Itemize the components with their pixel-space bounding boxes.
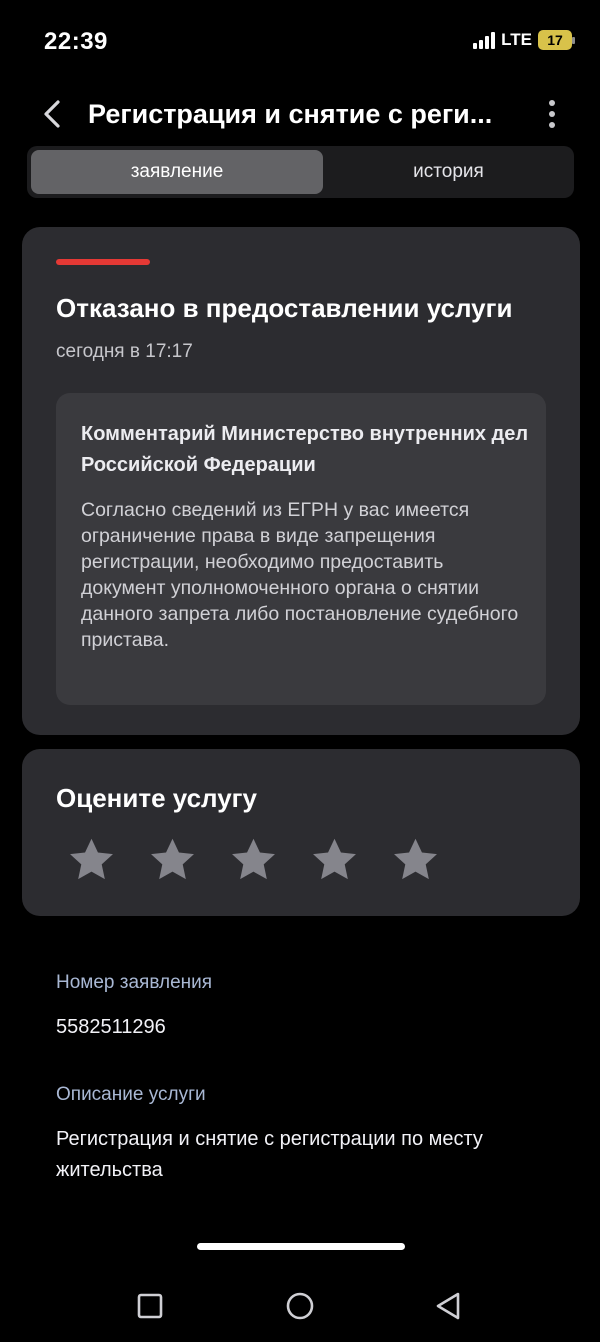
status-card: Отказано в предоставлении услуги сегодня… bbox=[22, 227, 580, 735]
tab-history[interactable]: история bbox=[327, 150, 570, 194]
circle-icon bbox=[286, 1292, 314, 1320]
star-icon[interactable] bbox=[228, 835, 279, 885]
app-header: Регистрация и снятие с реги... bbox=[0, 86, 600, 142]
tab-bar: заявление история bbox=[27, 146, 574, 198]
system-nav-bar bbox=[0, 1270, 600, 1342]
comment-title: Комментарий Министерство внутренних дел … bbox=[81, 423, 529, 476]
tab-application[interactable]: заявление bbox=[31, 150, 323, 194]
rating-stars bbox=[66, 835, 441, 885]
application-number-label: Номер заявления bbox=[56, 972, 213, 993]
battery-icon: 17 bbox=[538, 30, 575, 50]
status-indicators: LTE 17 bbox=[473, 30, 575, 50]
home-button[interactable] bbox=[278, 1284, 322, 1328]
service-description-value: Регистрация и снятие с регистрации по ме… bbox=[56, 1128, 483, 1181]
more-menu-button[interactable] bbox=[538, 96, 566, 132]
page-title: Регистрация и снятие с реги... bbox=[88, 99, 493, 129]
battery-level: 17 bbox=[547, 32, 563, 48]
status-indicator-stripe bbox=[56, 259, 150, 265]
status-bar: 22:39 LTE 17 bbox=[0, 0, 600, 86]
rating-card: Оцените услугу bbox=[22, 749, 580, 916]
square-icon bbox=[137, 1293, 163, 1319]
star-icon[interactable] bbox=[390, 835, 441, 885]
system-back-button[interactable] bbox=[426, 1284, 470, 1328]
more-vertical-icon bbox=[549, 100, 555, 106]
network-type: LTE bbox=[501, 30, 532, 49]
triangle-back-icon bbox=[436, 1292, 460, 1320]
application-number-value: 5582511296 bbox=[56, 1016, 166, 1038]
screen: 22:39 LTE 17 Регистрация и снятие с реги… bbox=[0, 0, 600, 1342]
home-indicator[interactable] bbox=[197, 1243, 405, 1250]
service-description-label: Описание услуги bbox=[56, 1084, 206, 1105]
comment-box: Комментарий Министерство внутренних дел … bbox=[56, 393, 546, 705]
star-icon[interactable] bbox=[309, 835, 360, 885]
comment-body: Согласно сведений из ЕГРН у вас имеется … bbox=[81, 499, 519, 651]
recents-button[interactable] bbox=[128, 1284, 172, 1328]
rating-title: Оцените услугу bbox=[56, 783, 257, 813]
status-timestamp: сегодня в 17:17 bbox=[56, 341, 193, 362]
status-time: 22:39 bbox=[44, 28, 108, 55]
star-icon[interactable] bbox=[147, 835, 198, 885]
back-button[interactable] bbox=[34, 96, 70, 132]
chevron-left-icon bbox=[44, 100, 60, 128]
status-title: Отказано в предоставлении услуги bbox=[56, 293, 513, 323]
signal-icon bbox=[473, 31, 496, 49]
star-icon[interactable] bbox=[66, 835, 117, 885]
